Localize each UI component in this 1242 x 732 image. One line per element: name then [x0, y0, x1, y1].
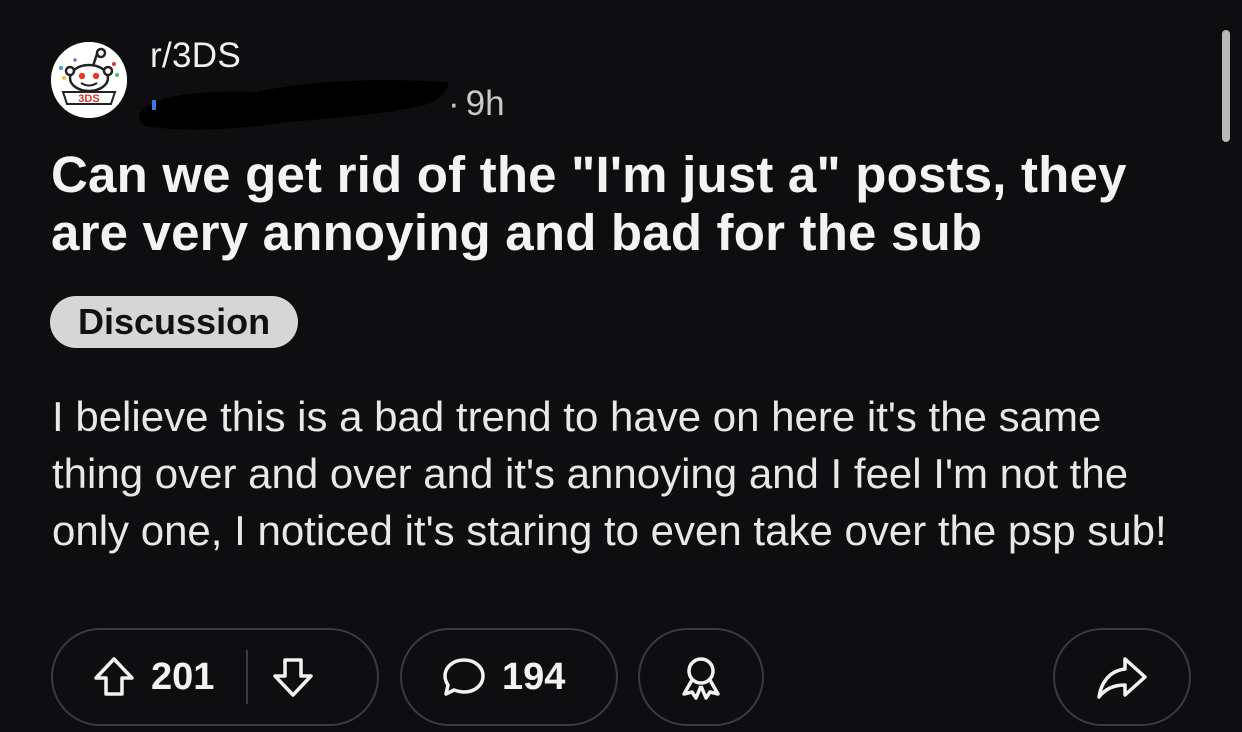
post-title[interactable]: Can we get rid of the "I'm just a" posts…: [51, 146, 1201, 262]
vote-pill: 201: [51, 628, 379, 726]
post-body: I believe this is a bad trend to have on…: [52, 393, 1167, 554]
comment-bubble-icon: [440, 654, 488, 700]
post-meta: · 9h: [448, 84, 505, 124]
vote-divider: [246, 650, 249, 704]
post-flair[interactable]: Discussion: [50, 296, 299, 348]
share-arrow-icon: [1095, 653, 1149, 701]
upvote-arrow-icon[interactable]: [91, 654, 137, 700]
subreddit-avatar-icon[interactable]: 3DS: [51, 42, 127, 118]
award-button[interactable]: [638, 628, 764, 726]
share-button[interactable]: [1053, 628, 1191, 726]
comments-button[interactable]: 194: [400, 628, 618, 726]
vote-score: 201: [151, 655, 215, 698]
separator-dot: ·: [448, 84, 460, 123]
avatar-3ds-label: 3DS: [78, 93, 99, 105]
downvote-arrow-icon[interactable]: [270, 654, 316, 700]
award-ribbon-icon: [676, 652, 726, 702]
post-age: 9h: [465, 84, 505, 123]
post-view: 3DS r/3DS · 9h Can we get rid of the "I'm…: [0, 0, 1242, 732]
redacted-username: [138, 70, 453, 134]
comment-count: 194: [502, 655, 566, 698]
scrollbar-thumb[interactable]: [1222, 30, 1230, 142]
